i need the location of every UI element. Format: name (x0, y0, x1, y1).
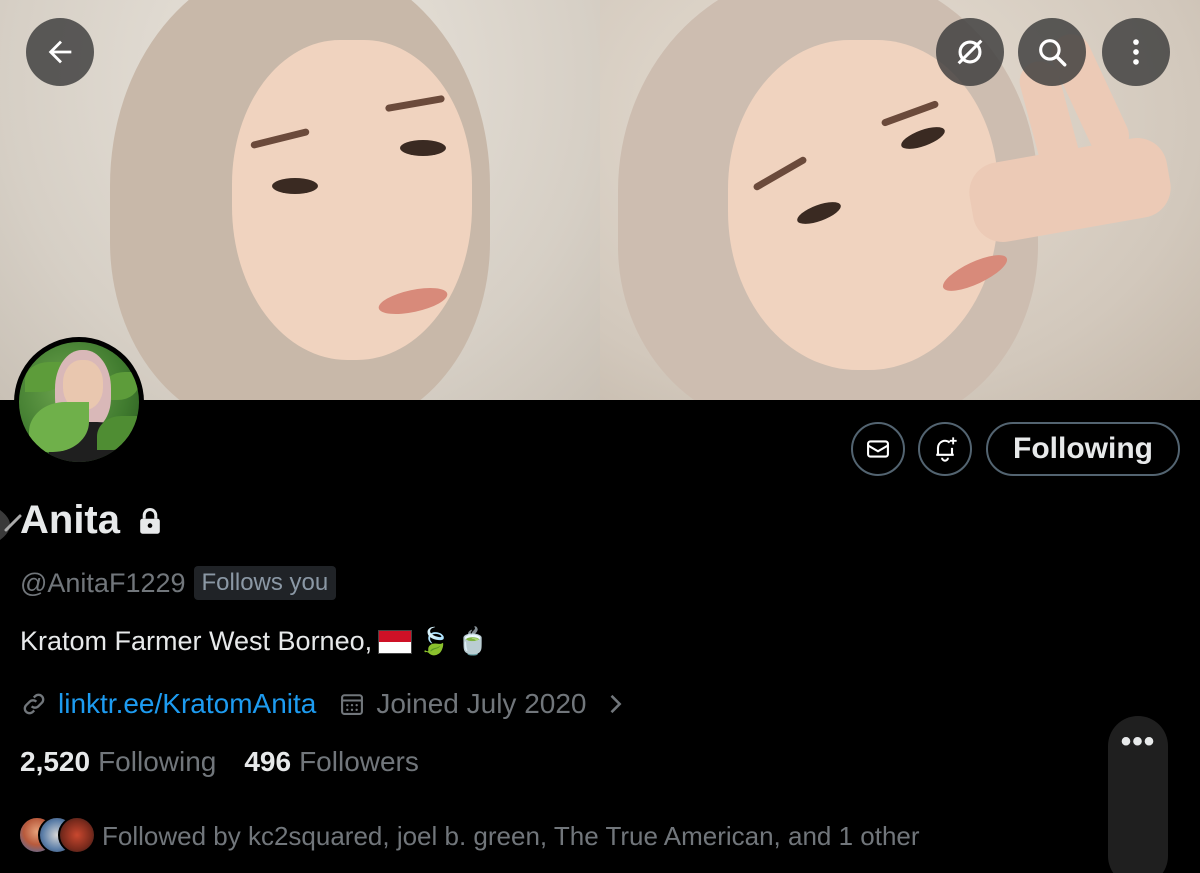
more-options-button[interactable] (1102, 18, 1170, 86)
avatar (58, 816, 96, 854)
bio-text: Kratom Farmer West Borneo, (20, 626, 373, 656)
slash-circle-icon (957, 39, 983, 65)
followers-count-link[interactable]: 496 Followers (244, 746, 419, 778)
message-button[interactable] (851, 422, 905, 476)
profile-avatar[interactable] (14, 337, 144, 467)
search-icon (1039, 39, 1067, 67)
profile-name-row: Anita (20, 498, 164, 543)
floating-more-button[interactable]: ••• (1108, 716, 1168, 873)
following-count: 2,520 (20, 746, 91, 777)
followers-label: Followers (299, 746, 419, 777)
following-label: Following (98, 746, 217, 777)
profile-link[interactable]: linktr.ee/KratomAnita (58, 688, 316, 720)
calendar-icon (341, 694, 364, 715)
envelope-icon (867, 440, 889, 458)
chevron-right-icon[interactable] (601, 690, 629, 718)
lock-icon (140, 507, 160, 534)
more-vertical-icon (1133, 39, 1139, 65)
arrow-left-icon (48, 40, 72, 64)
tea-emoji: 🍵 (456, 626, 489, 656)
more-dots-icon: ••• (1120, 725, 1156, 758)
followed-by-row[interactable]: Followed by kc2squared, joel b. green, T… (18, 816, 920, 856)
following-button[interactable]: Following (986, 422, 1180, 476)
follows-you-badge: Follows you (193, 566, 337, 600)
following-count-link[interactable]: 2,520 Following (20, 746, 216, 778)
search-button[interactable] (1018, 18, 1086, 86)
joined-date: Joined July 2020 (376, 688, 587, 719)
indonesia-flag-icon (378, 629, 413, 654)
back-button[interactable] (26, 18, 94, 86)
profile-handle: @AnitaF1229 (20, 567, 186, 598)
mutual-avatars (18, 816, 96, 856)
handle-row: @AnitaF1229 Follows you (20, 566, 337, 600)
follow-counts: 2,520 Following 496 Followers (20, 746, 447, 778)
leaf-emoji: 🍃 (418, 626, 451, 656)
notifications-button[interactable] (918, 422, 972, 476)
profile-name: Anita (20, 498, 120, 542)
followers-count: 496 (244, 746, 292, 777)
avatar-photo (19, 342, 139, 462)
profile-meta: linktr.ee/KratomAnita Joined July 2020 (20, 688, 629, 720)
profile-bio: Kratom Farmer West Borneo, 🍃 🍵 (20, 626, 489, 657)
link-icon (23, 693, 45, 715)
followed-by-text: Followed by kc2squared, joel b. green, T… (102, 820, 920, 851)
grok-button[interactable] (936, 18, 1004, 86)
bell-plus-icon (936, 437, 957, 462)
